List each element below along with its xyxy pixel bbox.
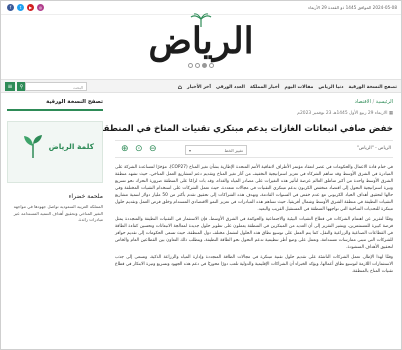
article-paragraph: وفقًا لتقرير عن اهتمام الشركات في قطاع ا… [115, 217, 393, 250]
breadcrumb-section[interactable]: الاقتصاد [355, 99, 371, 105]
masthead: الرياض [1, 13, 401, 81]
zoom-out-icon[interactable]: ⊖ [149, 144, 157, 154]
search-input[interactable]: البحث [25, 82, 87, 91]
nav-item-riyadh-world[interactable]: دنيا الرياض [318, 85, 343, 90]
main-nav: ≡ ⚲ البحث ⌂ آخر الأخبار العدد الورقي أخب… [1, 79, 401, 93]
nav-item-todays-articles[interactable]: مقالات اليوم [284, 85, 313, 90]
hamburger-icon: ≡ [7, 83, 13, 90]
nav-item-browse-print[interactable]: تصفح النسخة الورقية [348, 85, 397, 90]
chevron-down-icon: ▾ [189, 148, 192, 153]
dot[interactable] [188, 63, 193, 68]
site-logo[interactable]: الرياض [148, 13, 253, 61]
sidebar-title[interactable]: تصفح النسخة الورقية [7, 99, 103, 111]
breadcrumb-separator: / [370, 99, 375, 105]
nav-item-kingdom-news[interactable]: أخبار المملكة [250, 85, 280, 90]
article-tools: الرياض - "الرياض" تغيير الخط ▾ ⊖ ⊙ ⊕ [115, 140, 393, 158]
instagram-icon[interactable]: ◎ [37, 4, 44, 11]
sidebar-text: المملكة العربية السعودية تواصل جهودها في… [13, 204, 103, 222]
article-source: الرياض - "الرياض" [356, 146, 391, 151]
facebook-icon[interactable]: f [7, 4, 14, 11]
home-icon[interactable]: ⌂ [178, 84, 182, 91]
article-body: في ختام قادة الاعمال والحكومات في عصر ان… [115, 164, 393, 275]
article-paragraph: في ختام قادة الاعمال والحكومات في عصر ان… [115, 165, 393, 212]
social-links: f t ▶ ◎ [7, 4, 44, 11]
dot[interactable] [195, 63, 200, 68]
search-icon: ⚲ [19, 83, 24, 90]
nav-list: ⌂ آخر الأخبار العدد الورقي أخبار المملكة… [178, 80, 397, 94]
nav-item-latest[interactable]: آخر الأخبار [187, 85, 211, 90]
article-date-text: الاربعاء 29 ربيع الأول 1445هـ 23 نوفمبر … [297, 111, 388, 116]
article: ▦ الاربعاء 29 ربيع الأول 1445هـ 23 نوفمب… [98, 107, 393, 278]
date-line: 2024-05-08 الموافق 1445 ذو القعدة 29 الأ… [308, 5, 397, 10]
article-headline: خفض صافي انبعاثات الغازات يدعم مبتكري تق… [98, 124, 393, 134]
dot-active[interactable] [202, 63, 207, 68]
zoom-reset-icon[interactable]: ⊙ [135, 144, 143, 154]
banner-brand: كلمة الرياض [48, 142, 94, 151]
zoom-in-icon[interactable]: ⊕ [121, 144, 129, 154]
sprout-icon [24, 135, 42, 158]
dot[interactable] [209, 63, 214, 68]
breadcrumb: الرئيسية / الاقتصاد [355, 99, 393, 105]
calendar-icon: ▦ [387, 111, 393, 116]
carousel-dots [188, 63, 214, 68]
sidebar-subtitle[interactable]: ملحمة خضراء [7, 193, 103, 200]
breadcrumb-home[interactable]: الرئيسية [376, 99, 393, 105]
kalimat-alriyadh-banner[interactable]: كلمة الرياض [7, 121, 103, 183]
sidebar: تصفح النسخة الورقية كلمة الرياض ملحمة خض… [7, 99, 103, 224]
youtube-icon[interactable]: ▶ [27, 4, 34, 11]
font-select-label: تغيير الخط [224, 148, 243, 153]
page: f t ▶ ◎ 2024-05-08 الموافق 1445 ذو القعدة 2… [0, 0, 402, 350]
menu-button[interactable]: ≡ [5, 82, 15, 91]
font-select[interactable]: تغيير الخط ▾ [185, 145, 247, 155]
twitter-icon[interactable]: t [17, 4, 24, 11]
article-paragraph: وفقًا لهذا الإطار، تعمل الشركات الناشئة … [115, 255, 393, 274]
palm-logo-icon [190, 13, 212, 27]
nav-item-print-edition[interactable]: العدد الورقي [216, 85, 245, 90]
article-date: ▦ الاربعاء 29 ربيع الأول 1445هـ 23 نوفمب… [115, 111, 393, 116]
